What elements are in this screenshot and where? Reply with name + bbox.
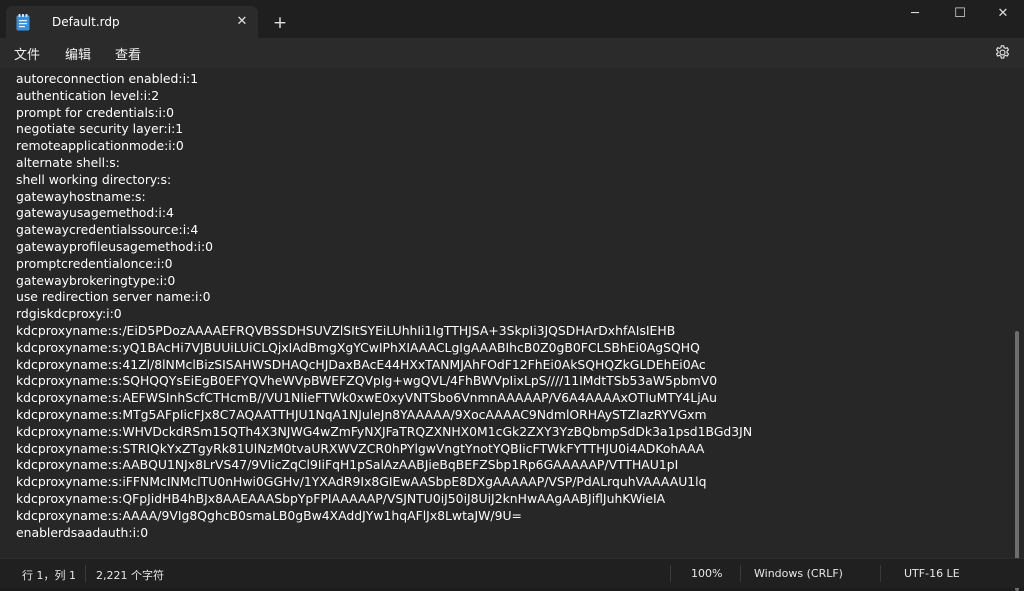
- editor-line: kdcproxyname:s:SQHQQYsEiEgB0EFYQVheWVpBW…: [16, 373, 718, 389]
- editor-line: autoreconnection enabled:i:1: [16, 71, 199, 86]
- menu-file[interactable]: 文件: [14, 44, 40, 63]
- vertical-scrollbar[interactable]: [1015, 331, 1019, 591]
- editor-line: gatewaybrokeringtype:i:0: [16, 272, 176, 288]
- zoom-level[interactable]: 100%: [691, 567, 722, 580]
- status-divider: [880, 565, 881, 582]
- editor-line: kdcproxyname:s:iFFNMcINMclTU0nHwi0GGHv/1…: [16, 474, 707, 490]
- status-divider: [670, 565, 671, 582]
- editor-line: kdcproxyname:s:QFpJidHB4hBJx8AAEAAASbpYp…: [16, 490, 666, 506]
- minimize-button[interactable]: ─: [892, 0, 938, 30]
- notepad-window: Default.rdp ✕ + ─ ☐ ✕ 文件 编辑 查看 autorecon…: [0, 0, 1024, 591]
- encoding[interactable]: UTF-16 LE: [904, 567, 960, 580]
- tab-title: Default.rdp: [52, 15, 120, 29]
- editor-line: kdcproxyname:s:WHVDckdRSm15QTh4X3NJWG4wZ…: [16, 423, 753, 439]
- editor-line: kdcproxyname:s:AEFWSInhScfCTHcmB//VU1NIi…: [16, 390, 717, 406]
- status-divider: [85, 565, 86, 582]
- text-editor[interactable]: autoreconnection enabled:i:1 authenticati…: [0, 68, 1024, 591]
- editor-line: gatewaycredentialssource:i:4: [16, 222, 199, 238]
- close-window-button[interactable]: ✕: [980, 0, 1024, 30]
- editor-line: negotiate security layer:i:1: [16, 121, 184, 137]
- editor-line: remoteapplicationmode:i:0: [16, 138, 184, 154]
- editor-line: authentication level:i:2: [16, 87, 160, 103]
- editor-line: rdgiskdcproxy:i:0: [16, 306, 122, 322]
- editor-line: kdcproxyname:s:yQ1BAcHi7VJBUUiLUiCLQjxIA…: [16, 339, 700, 355]
- notepad-icon: [16, 14, 30, 31]
- maximize-button[interactable]: ☐: [937, 0, 983, 30]
- cursor-position: 行 1，列 1: [22, 569, 76, 582]
- close-tab-icon[interactable]: ✕: [232, 12, 252, 32]
- editor-text: autoreconnection enabled:i:1 authenticati…: [16, 71, 752, 541]
- editor-line: gatewayprofileusagemethod:i:0: [16, 238, 214, 254]
- editor-line: promptcredentialonce:i:0: [16, 255, 173, 271]
- status-bar: 行 1，列 1 2,221 个字符 100% Windows (CRLF) UT…: [0, 558, 1024, 588]
- editor-line: kdcproxyname:s:MTg5AFpIicFJx8C7AQAATTHJU…: [16, 406, 707, 422]
- editor-line: kdcproxyname:s:/EiD5PDozAAAAEFRQVBSSDHSU…: [16, 322, 676, 338]
- editor-line: kdcproxyname:s:41Zl/8lNMclBizSISAHWSDHAQ…: [16, 356, 706, 372]
- editor-line: kdcproxyname:s:STRIQkYxZTgyRk81UlNzM0tva…: [16, 440, 705, 456]
- gear-icon[interactable]: [994, 44, 1011, 61]
- menu-bar: 文件 编辑 查看: [0, 38, 1024, 68]
- document-tab[interactable]: Default.rdp ✕: [6, 6, 258, 38]
- line-ending[interactable]: Windows (CRLF): [754, 567, 843, 580]
- editor-line: alternate shell:s:: [16, 154, 120, 170]
- status-divider: [740, 565, 741, 582]
- editor-line: gatewayusagemethod:i:4: [16, 205, 174, 221]
- editor-line: prompt for credentials:i:0: [16, 104, 175, 120]
- menu-view[interactable]: 查看: [115, 44, 141, 63]
- title-bar: Default.rdp ✕ + ─ ☐ ✕: [0, 0, 1024, 38]
- editor-line: enablerdsaadauth:i:0: [16, 524, 149, 540]
- menu-edit[interactable]: 编辑: [65, 44, 91, 63]
- editor-line: shell working directory:s:: [16, 171, 172, 187]
- editor-line: kdcproxyname:s:AAAA/9VIg8QghcB0smaLB0gBw…: [16, 507, 522, 523]
- editor-line: gatewayhostname:s:: [16, 188, 146, 204]
- editor-line: kdcproxyname:s:AABQU1NJx8LrVS47/9VIicZqC…: [16, 457, 679, 473]
- new-tab-button[interactable]: +: [270, 13, 290, 33]
- character-count: 2,221 个字符: [96, 569, 164, 582]
- editor-line: use redirection server name:i:0: [16, 289, 211, 305]
